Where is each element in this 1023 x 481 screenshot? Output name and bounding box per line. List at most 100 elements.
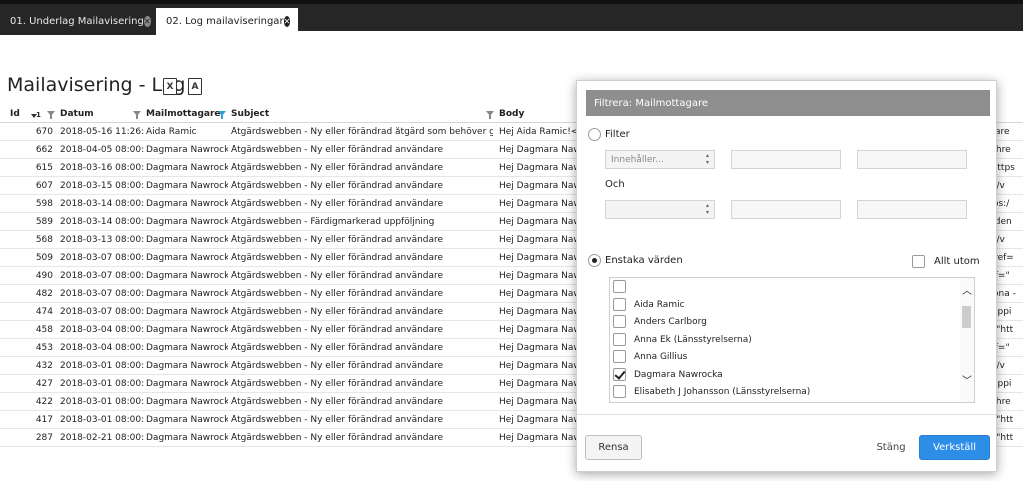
cell-mailmottagare: Dagmara Nawrocka: [146, 217, 228, 227]
header-mailmottagare[interactable]: Mailmottagare: [146, 109, 221, 119]
value-label: Anna Gillius: [634, 352, 688, 362]
list-item[interactable]: Anna Gillius: [610, 349, 960, 366]
value-checkbox[interactable]: [613, 367, 626, 381]
cell-subject: Åtgärdswebben - Färdigmarkerad uppföljni…: [231, 217, 435, 227]
cell-datum: 2018-03-07 08:00:03: [60, 271, 144, 281]
cell-datum: 2018-03-01 08:00:04: [60, 397, 144, 407]
cell-subject: Åtgärdswebben - Ny eller förändrad använ…: [231, 199, 444, 209]
cell-body: Hej Dagmara Nawrocka: [499, 235, 579, 245]
header-id[interactable]: Id: [10, 109, 20, 119]
value-checkbox[interactable]: [613, 350, 626, 363]
filter-value-input-4[interactable]: [857, 200, 967, 219]
cell-id: 490: [35, 271, 53, 281]
value-label: Aida Ramic: [634, 299, 685, 310]
value-checkbox[interactable]: [613, 297, 626, 311]
cell-subject: Åtgärdswebben - Ny eller förändrad använ…: [231, 433, 444, 443]
cell-id: 474: [35, 307, 53, 317]
tab-bar: 01. Underlag Mailavisering ✕ 02. Log mai…: [0, 0, 1023, 35]
close-button[interactable]: Stäng: [870, 435, 912, 460]
excel-icon[interactable]: X: [163, 78, 177, 95]
cell-mailmottagare: Dagmara Nawrocka: [146, 235, 228, 245]
cell-id: 458: [35, 325, 53, 335]
cell-mailmottagare: Dagmara Nawrocka: [146, 199, 228, 209]
list-item[interactable]: Elisabeth J Johansson (Länsstyrelserna): [610, 384, 960, 401]
cell-id: 422: [35, 397, 53, 407]
header-datum[interactable]: Datum: [60, 109, 94, 119]
filter-icon[interactable]: [47, 111, 55, 119]
cell-mailmottagare: Dagmara Nawrocka: [146, 343, 228, 353]
cell-mailmottagare: Dagmara Nawrocka: [146, 325, 228, 335]
filter-active-icon[interactable]: [218, 111, 226, 119]
cell-id: 670: [35, 127, 53, 137]
cell-id: 482: [35, 289, 53, 299]
cell-id: 598: [35, 199, 53, 209]
pdf-icon[interactable]: A: [188, 78, 202, 95]
filter-value-input-2[interactable]: [857, 150, 967, 169]
tab-underlag-mailavisering[interactable]: 01. Underlag Mailavisering ✕: [0, 8, 156, 35]
cell-body: Hej Dagmara Nawrocka: [499, 433, 579, 443]
dialog-title: Filtrera: Mailmottagare: [586, 90, 990, 116]
cell-mailmottagare: Dagmara Nawrocka: [146, 163, 228, 173]
tab-log-mailaviseringar[interactable]: 02. Log mailaviseringar ✕: [156, 8, 298, 35]
apply-button[interactable]: Verkställ: [919, 435, 990, 460]
cell-datum: 2018-03-15 08:00:01: [60, 181, 144, 191]
list-item[interactable]: Aida Ramic: [610, 297, 960, 314]
cell-id: 417: [35, 415, 53, 425]
value-checkbox[interactable]: [613, 315, 626, 328]
cell-body: Hej Dagmara Nawrocka: [499, 361, 579, 371]
header-subject[interactable]: Subject: [231, 109, 269, 119]
cell-body: Hej Dagmara Nawrocka: [499, 253, 579, 263]
filter-dialog: Filtrera: Mailmottagare Filter Innehålle…: [576, 80, 997, 472]
filter-icon[interactable]: [486, 111, 494, 119]
cell-subject: Åtgärdswebben - Ny eller förändrad använ…: [231, 181, 444, 191]
list-item[interactable]: Anders Carlborg: [610, 314, 960, 331]
value-checkbox[interactable]: [613, 280, 626, 293]
cell-subject: Åtgärdswebben - Ny eller förändrad använ…: [231, 253, 444, 263]
cell-subject: Åtgärdswebben - Ny eller förändrad använ…: [231, 379, 444, 389]
value-checkbox[interactable]: [613, 385, 626, 398]
single-values-radio[interactable]: [588, 254, 601, 267]
cell-datum: 2018-02-21 08:00:03: [60, 433, 144, 443]
cell-body: Hej Dagmara Nawrocka: [499, 289, 579, 299]
close-tab-icon[interactable]: ✕: [143, 16, 151, 27]
scrollbar-thumb[interactable]: [962, 306, 971, 328]
values-scrollbar[interactable]: ︿ ﹀: [960, 278, 974, 402]
cell-body: Hej Dagmara Nawrocka: [499, 145, 579, 155]
chevron-up-icon[interactable]: ︿: [962, 286, 972, 298]
cell-mailmottagare: Dagmara Nawrocka: [146, 289, 228, 299]
value-checkbox[interactable]: [613, 332, 626, 346]
filter-radio[interactable]: [588, 128, 601, 141]
list-item[interactable]: Dagmara Nawrocka: [610, 367, 960, 384]
chevron-down-icon[interactable]: ﹀: [962, 376, 972, 388]
all-except-checkbox[interactable]: [912, 255, 925, 268]
cell-body: Hej Dagmara Nawrocka: [499, 217, 579, 227]
filter-icon[interactable]: [133, 111, 141, 119]
cell-body: Hej Dagmara Nawrocka: [499, 163, 579, 173]
close-tab-icon[interactable]: ✕: [283, 16, 291, 27]
cell-mailmottagare: Dagmara Nawrocka: [146, 379, 228, 389]
tab-label: 02. Log mailaviseringar: [166, 16, 284, 27]
list-item[interactable]: Anna Ek (Länsstyrelserna): [610, 332, 960, 349]
cell-body: Hej Dagmara Nawrocka: [499, 325, 579, 335]
filter-value-input-3[interactable]: [731, 200, 841, 219]
cell-id: 287: [35, 433, 53, 443]
list-item[interactable]: [610, 279, 960, 296]
header-body[interactable]: Body: [499, 109, 524, 119]
cell-subject: Åtgärdswebben - Ny eller förändrad åtgär…: [231, 127, 493, 137]
cell-mailmottagare: Dagmara Nawrocka: [146, 397, 228, 407]
cell-subject: Åtgärdswebben - Ny eller förändrad använ…: [231, 307, 444, 317]
cell-mailmottagare: Aida Ramic: [146, 127, 197, 137]
cell-subject: Åtgärdswebben - Ny eller förändrad använ…: [231, 163, 444, 173]
operator-select-2[interactable]: [605, 200, 715, 219]
cell-subject: Åtgärdswebben - Ny eller förändrad använ…: [231, 271, 444, 281]
cell-subject: Åtgärdswebben - Ny eller förändrad använ…: [231, 235, 444, 245]
cell-subject: Åtgärdswebben - Ny eller förändrad använ…: [231, 415, 444, 425]
values-list[interactable]: Aida Ramic Anders Carlborg Anna Ek (Länsst…: [609, 277, 975, 403]
cell-subject: Åtgärdswebben - Ny eller förändrad använ…: [231, 361, 444, 371]
page-title: Mailavisering - Log: [7, 74, 186, 96]
cell-body: Hej Dagmara Nawrocka: [499, 343, 579, 353]
filter-value-input-1[interactable]: [731, 150, 841, 169]
operator-select-1[interactable]: Innehåller...: [605, 150, 715, 169]
clear-button[interactable]: Rensa: [585, 435, 642, 460]
cell-mailmottagare: Dagmara Nawrocka: [146, 253, 228, 263]
